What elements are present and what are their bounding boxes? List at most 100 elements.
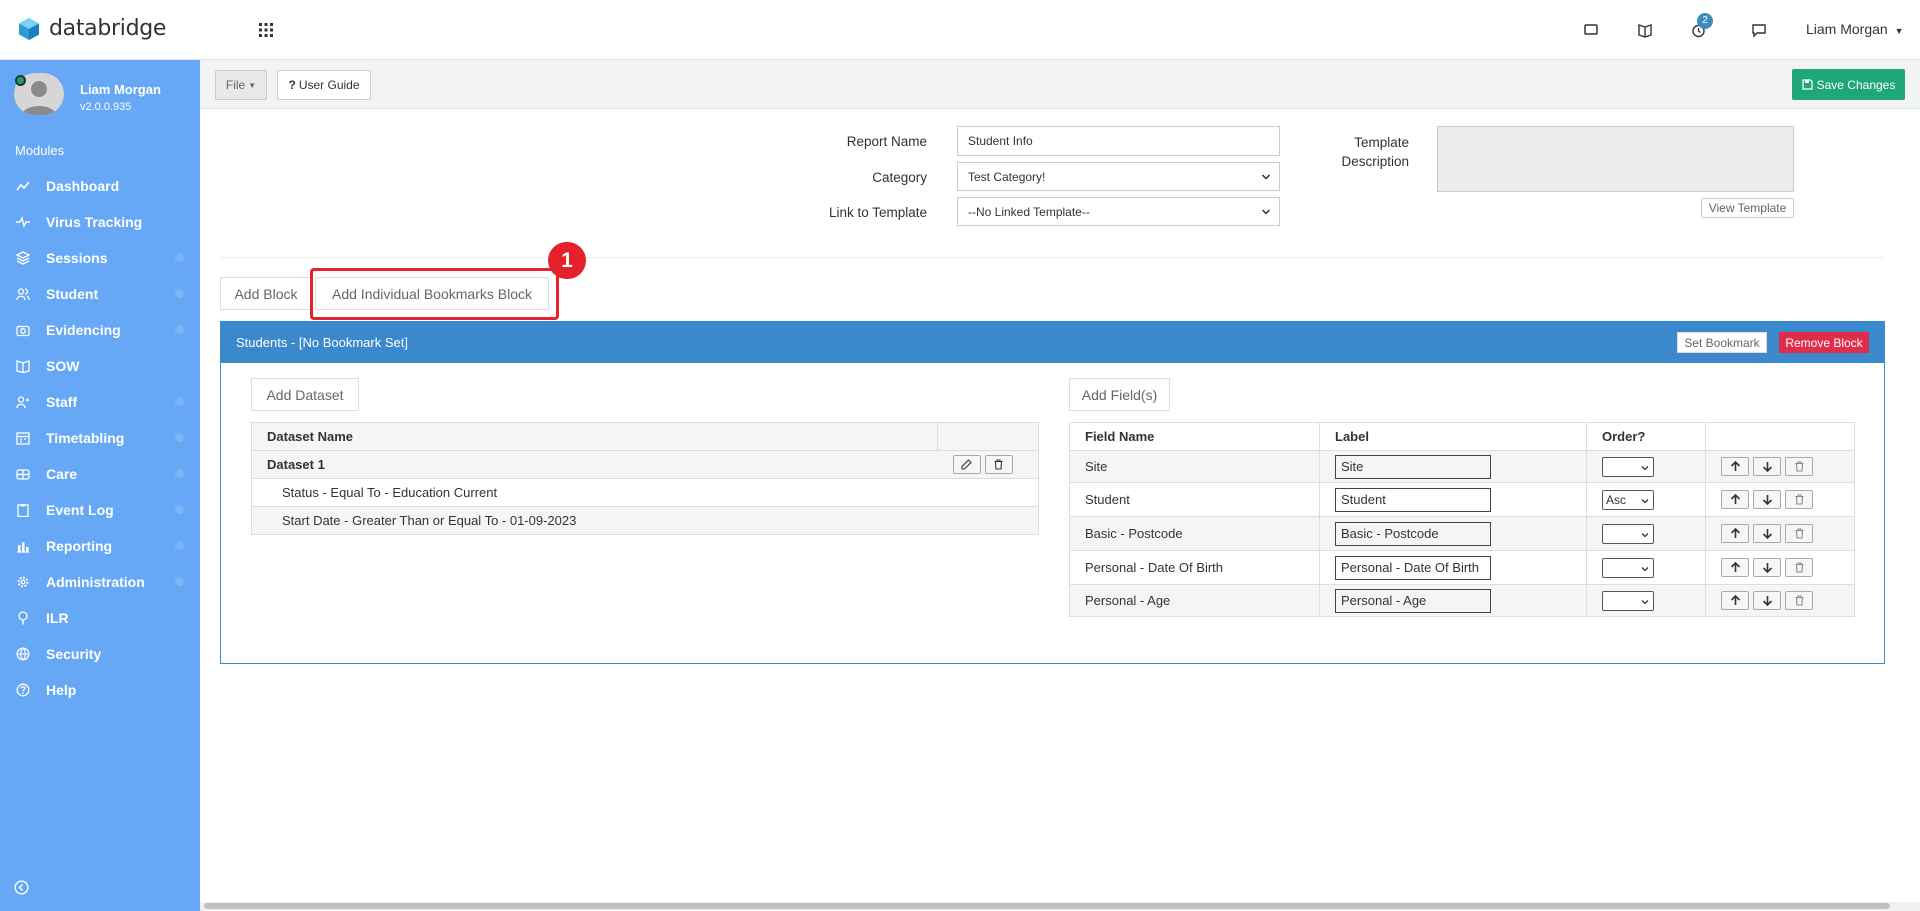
caret-down-icon: ▼ [1894, 26, 1904, 36]
move-up-button[interactable] [1721, 591, 1749, 610]
sidebar-item-dashboard[interactable]: Dashboard [0, 168, 200, 204]
delete-field-button[interactable] [1785, 558, 1813, 577]
field-order-select[interactable] [1602, 456, 1654, 477]
chat-icon[interactable] [1752, 20, 1766, 40]
sidebar-item-label: SOW [46, 358, 80, 374]
field-name: Personal - Age [1069, 584, 1320, 617]
move-up-button[interactable] [1721, 524, 1749, 543]
expand-indicator-icon [175, 577, 184, 586]
sidebar-item-sow[interactable]: SOW [0, 348, 200, 384]
sidebar-item-virus-tracking[interactable]: Virus Tracking [0, 204, 200, 240]
collapse-sidebar-icon[interactable] [14, 880, 29, 895]
sidebar-item-label: Reporting [46, 538, 113, 554]
report-name-input[interactable]: Student Info [957, 126, 1280, 156]
move-down-button[interactable] [1753, 490, 1781, 509]
move-up-button[interactable] [1721, 457, 1749, 476]
field-order-select[interactable] [1602, 590, 1654, 611]
view-template-button[interactable]: View Template [1701, 198, 1794, 218]
field-row-student: Student Student Asc [1069, 482, 1855, 517]
set-bookmark-button[interactable]: Set Bookmark [1677, 332, 1767, 353]
chevron-down-icon [1641, 498, 1649, 503]
sidebar-item-timetabling[interactable]: Timetabling [0, 420, 200, 456]
move-down-button[interactable] [1753, 558, 1781, 577]
add-block-button[interactable]: Add Block [220, 277, 312, 310]
trash-icon [1795, 595, 1803, 606]
move-up-button[interactable] [1721, 558, 1749, 577]
sidebar-item-help[interactable]: Help [0, 672, 200, 708]
sidebar-item-ilr[interactable]: ILR [0, 600, 200, 636]
move-down-button[interactable] [1753, 524, 1781, 543]
sidebar-item-label: Care [46, 466, 78, 482]
delete-field-button[interactable] [1785, 457, 1813, 476]
delete-field-button[interactable] [1785, 524, 1813, 543]
link-template-select[interactable]: --No Linked Template-- [957, 197, 1280, 226]
dataset-name-header: Dataset Name [251, 422, 938, 451]
template-description-textarea[interactable] [1437, 126, 1794, 192]
app-logo[interactable]: databridge [18, 16, 166, 41]
sidebar-item-student[interactable]: Student [0, 276, 200, 312]
expand-indicator-icon [175, 325, 184, 334]
field-row-site: Site Site [1069, 450, 1855, 483]
trash-icon [1795, 461, 1803, 472]
sidebar-item-staff[interactable]: Staff [0, 384, 200, 420]
annotation-highlight-box [310, 268, 559, 320]
dataset-actions [937, 450, 1039, 479]
fields-table: Field Name Label Order? Site Site Studen… [1069, 422, 1855, 617]
field-label-input[interactable]: Basic - Postcode [1335, 521, 1491, 546]
field-label-input[interactable]: Site [1335, 454, 1491, 479]
user-menu[interactable]: Liam Morgan ▼ [1806, 21, 1904, 37]
book-icon [16, 360, 30, 373]
arrow-down-icon [1762, 495, 1772, 505]
move-down-button[interactable] [1753, 457, 1781, 476]
sidebar-item-event-log[interactable]: Event Log [0, 492, 200, 528]
file-menu-button[interactable]: File ▼ [215, 70, 267, 100]
category-select[interactable]: Test Category! [957, 162, 1280, 191]
care-icon [16, 469, 30, 480]
globe-icon [16, 647, 30, 661]
field-order-select[interactable] [1602, 523, 1654, 544]
sidebar-item-reporting[interactable]: Reporting [0, 528, 200, 564]
gear-icon [17, 576, 29, 588]
floppy-disk-icon [1802, 79, 1813, 90]
dataset-table-header-row: Dataset Name [251, 422, 1039, 451]
arrow-up-icon [1730, 562, 1740, 572]
add-dataset-button[interactable]: Add Dataset [251, 378, 359, 411]
arrow-down-icon [1762, 529, 1772, 539]
delete-field-button[interactable] [1785, 591, 1813, 610]
delete-field-button[interactable] [1785, 490, 1813, 509]
sidebar-item-label: Timetabling [46, 430, 125, 446]
filter-row: Start Date - Greater Than or Equal To - … [251, 506, 1039, 535]
chevron-down-icon [1261, 209, 1271, 215]
app-name: databridge [49, 16, 167, 41]
sidebar-item-security[interactable]: Security [0, 636, 200, 672]
move-down-button[interactable] [1753, 591, 1781, 610]
block-panel-header: Students - [No Bookmark Set] Set Bookmar… [221, 322, 1884, 363]
save-changes-button[interactable]: Save Changes [1792, 69, 1905, 100]
field-order-select[interactable] [1602, 557, 1654, 578]
remove-block-button[interactable]: Remove Block [1779, 332, 1869, 353]
sidebar-item-care[interactable]: Care [0, 456, 200, 492]
arrow-up-icon [1730, 461, 1740, 471]
page-toolbar: File ▼ ? User Guide Save Changes [200, 60, 1920, 109]
tablet-icon[interactable] [1584, 20, 1598, 40]
sidebar-item-label: Virus Tracking [46, 214, 143, 230]
delete-dataset-button[interactable] [984, 455, 1013, 474]
sidebar-item-sessions[interactable]: Sessions [0, 240, 200, 276]
field-order-select[interactable]: Asc [1602, 489, 1654, 510]
add-fields-button[interactable]: Add Field(s) [1069, 378, 1170, 411]
horizontal-scrollbar-thumb[interactable] [204, 903, 1890, 909]
edit-dataset-button[interactable] [952, 455, 981, 474]
apps-grid-icon[interactable] [258, 22, 274, 38]
camera-icon [16, 325, 30, 337]
expand-indicator-icon [175, 253, 184, 262]
move-up-button[interactable] [1721, 490, 1749, 509]
field-order-value: Asc [1606, 492, 1627, 507]
field-label-input[interactable]: Personal - Date Of Birth [1335, 555, 1491, 580]
field-label-input[interactable]: Student [1335, 487, 1491, 512]
sidebar-item-evidencing[interactable]: Evidencing [0, 312, 200, 348]
book-open-icon[interactable] [1638, 20, 1652, 40]
field-label-input[interactable]: Personal - Age [1335, 588, 1491, 613]
user-guide-button[interactable]: ? User Guide [277, 70, 371, 100]
sidebar-item-label: Security [46, 646, 102, 662]
sidebar-item-administration[interactable]: Administration [0, 564, 200, 600]
